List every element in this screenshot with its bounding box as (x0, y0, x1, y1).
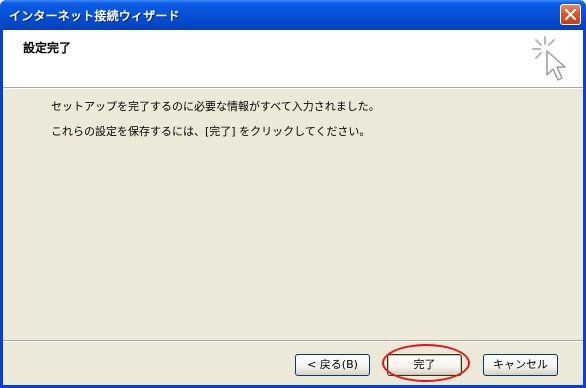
cancel-button[interactable]: キャンセル (483, 354, 558, 376)
window-title: インターネット接続ウィザード (9, 9, 180, 23)
header-divider (3, 88, 583, 89)
close-icon (565, 9, 576, 20)
wizard-header: 設定完了 (3, 30, 583, 88)
finish-button[interactable]: 完了 (387, 354, 462, 376)
title-bar[interactable]: インターネット接続ウィザード (0, 0, 586, 30)
wizard-sparkle-cursor-icon (532, 36, 566, 81)
info-text-line-2: これらの設定を保存するには、[完了] をクリックしてください。 (51, 125, 371, 138)
wizard-window: インターネット接続ウィザード 設定完了 セットアップを完了するのに必要な情報がす… (0, 0, 586, 388)
button-area-divider-highlight (3, 341, 583, 342)
back-button[interactable]: < 戻る(B) (295, 354, 370, 376)
info-text-line-1: セットアップを完了するのに必要な情報がすべて入力されました。 (51, 100, 380, 113)
close-button[interactable] (560, 4, 581, 25)
page-title: 設定完了 (23, 41, 72, 55)
dialog-client-area: 設定完了 セットアップを完了するのに必要な情報がすべて入力されました。 これらの… (3, 30, 583, 385)
